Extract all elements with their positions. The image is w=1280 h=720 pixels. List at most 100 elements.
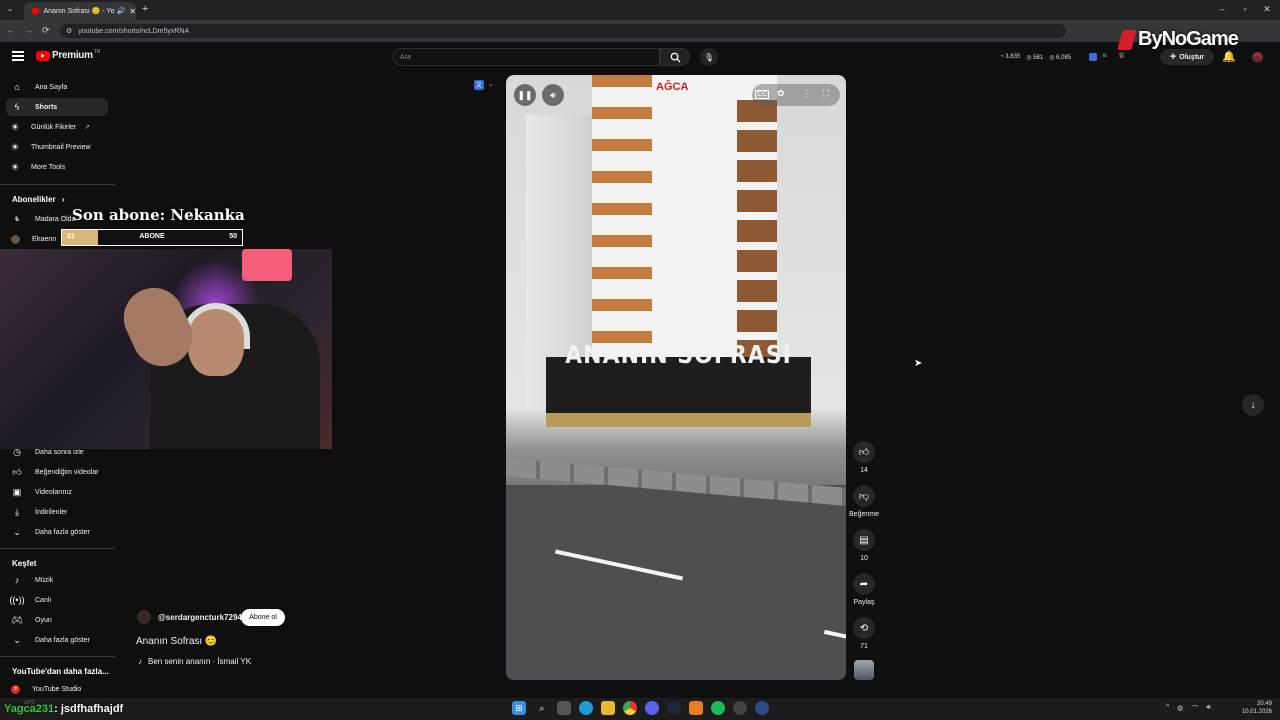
divider [0,184,115,185]
system-tray[interactable]: ^ ◍ ⌒ 🔊︎ [1166,704,1211,714]
divider [0,548,115,549]
explore-title: Keşfet [12,559,37,568]
tab-list-button[interactable]: ⌄ [4,4,16,16]
home-icon: ⌂ [14,82,20,92]
channel-stats: ◔ 3,835 ◎ 581 ◎ 6,085 [1000,54,1071,61]
avatar[interactable] [1252,52,1263,63]
sidebar-item-music[interactable]: ♪ Müzik [6,571,108,589]
subscribe-button[interactable]: Abone ol [241,609,285,626]
app-icon[interactable] [755,701,769,715]
steam-icon[interactable] [667,701,681,715]
dislike-button[interactable]: 👎︎ [853,485,875,507]
sidebar-item-shorts[interactable]: ϟ Shorts [6,98,108,116]
download-icon: ⤓ [15,506,19,517]
watermark-text: ByNoGame [1138,28,1239,50]
sidebar-item-gaming[interactable]: 🎮︎ Oyun [6,611,108,629]
remix-button[interactable]: ⟲ [853,617,875,639]
volume-icon: 🔊︎ [550,89,556,100]
short-title: Ananın Sofrası 😊 [136,636,218,647]
restaurant-sign: ANANIN SOFRASI [546,341,811,427]
edge-icon[interactable] [579,701,593,715]
more-from-youtube-title: YouTube'dan daha fazla... [12,667,109,676]
start-icon[interactable]: ⊞ [512,701,526,715]
maximize-button[interactable]: ▫ [1236,4,1254,14]
app-icon[interactable] [689,701,703,715]
notifications-bell-icon[interactable]: 🔔 [1222,50,1236,63]
app-icon[interactable] [733,701,747,715]
sidebar-item-your-videos[interactable]: ▣ Videolarınız [6,483,108,501]
sidebar-item-show-more[interactable]: ⌄ Daha fazla göster [6,631,108,649]
last-subscriber-title: Son abone: Nekanka [72,206,245,224]
spotify-icon[interactable] [711,701,725,715]
tab-close-icon[interactable]: ✕ [129,7,136,16]
channel-name[interactable]: @serdargencturk7294 [158,613,242,622]
search-icon[interactable]: ⌕ [535,701,549,715]
weather-temp: 13°C [24,700,36,706]
settings-icon[interactable]: ✿ [777,88,785,99]
site-info-icon[interactable]: ⚙ [66,27,72,35]
sidebar-item-label: Günlük Fikirler [31,123,77,131]
create-label: Oluştur [1179,53,1205,61]
sidebar-item-live[interactable]: ((•)) Canlı [6,591,108,609]
sidebar-item-youtube-studio[interactable]: ⚙ YouTube Studio [6,680,108,698]
tab-audio-icon[interactable]: 🔊 [117,7,126,15]
volume-button[interactable]: 🔊︎ [542,84,564,106]
chat-message: Yagca231: jsdfhafhajdf [4,703,123,715]
like-button[interactable]: 👍︎ [853,441,875,463]
weather-widget[interactable]: 13°C [24,700,35,706]
external-link-icon: ↗ [84,124,90,131]
sidebar-item-downloads[interactable]: ⤓ İndirilenler [6,503,108,521]
chevron-down-icon[interactable]: ⌄ [488,80,494,88]
new-tab-button[interactable]: + [142,3,148,15]
forward-button[interactable]: → [24,25,33,35]
share-button[interactable]: ➦ [853,573,875,595]
search-button[interactable] [660,48,690,66]
pause-button[interactable]: ❚❚ [514,84,536,106]
sidebar-item-show-more[interactable]: ⌄ Daha fazla göster [6,523,108,541]
more-options-icon[interactable]: ⋮ [802,88,811,99]
chrome-icon[interactable] [623,701,637,715]
network-icon: ◍ [1177,705,1184,712]
browser-tab[interactable]: Ananın Sofrası 😊 - YouTube 🔊 ✕ [24,2,136,20]
translate-extension-icon[interactable]: 文 [474,80,484,90]
music-row[interactable]: ♪ Ben senin ananın · İsmail YK [138,657,251,666]
subscriptions-title[interactable]: Abonelikler › [12,195,64,204]
address-bar[interactable]: ⚙ youtube.com/shorts/ncLDm5yxRNA [60,24,1066,38]
share-icon: ➦ [859,578,869,590]
reload-button[interactable]: ⟳ [42,25,50,36]
sidebar-item-label: Videolarınız [35,488,72,496]
comments-button[interactable]: ▤ [853,529,875,551]
next-video-button[interactable]: ↓ [1242,394,1264,416]
studio-icon: ⚙ [11,684,20,694]
clock-date: 10.01.2026 [1241,709,1272,715]
list-icon[interactable]: ≡ [1102,51,1107,60]
back-button[interactable]: ← [6,25,15,35]
hamburger-menu-icon[interactable] [12,51,24,61]
search-input[interactable]: Ara [393,48,660,66]
discord-icon[interactable] [645,701,659,715]
shorts-video-player[interactable]: AĞCA ANANIN SOFRASI ❚❚ 🔊︎ CC ✿ ⋮ ⛶ [506,75,846,680]
close-window-button[interactable]: ✕ [1258,4,1276,15]
clock[interactable]: 20:49 10.01.2026 [1236,700,1272,716]
channel-avatar[interactable] [137,610,151,624]
sidebar-item-label: YouTube Studio [32,685,82,693]
extension-icon[interactable] [1089,53,1097,61]
trophy-icon[interactable]: ♕ [1118,51,1125,60]
captions-icon[interactable]: CC [755,90,770,99]
logo-badge: TR [93,48,101,55]
task-view-icon[interactable] [557,701,571,715]
create-button[interactable]: + Oluştur [1160,49,1214,65]
sound-thumbnail[interactable] [854,660,874,680]
sidebar-item-home[interactable]: ⌂ Ana Sayfa [6,78,108,96]
youtube-logo[interactable]: ▶ Premium TR [36,48,101,61]
file-explorer-icon[interactable] [601,701,615,715]
sidebar-item-gunluk-fikirler[interactable]: ◉ Günlük Fikirler ↗ [6,118,108,136]
minimize-button[interactable]: – [1213,4,1231,14]
thumbs-up-icon: 👍︎ [858,447,870,458]
browser-tab-bar [0,0,1280,20]
voice-search-button[interactable]: 🎙 [700,48,718,66]
sidebar-item-more-tools[interactable]: ◉ More Tools [6,158,108,176]
sidebar-item-liked-videos[interactable]: 👍︎ Beğendiğim videolar [6,463,108,481]
fullscreen-icon[interactable]: ⛶ [823,88,829,99]
sidebar-item-thumbnail-preview[interactable]: ◉ Thumbnail Preview [6,138,108,156]
